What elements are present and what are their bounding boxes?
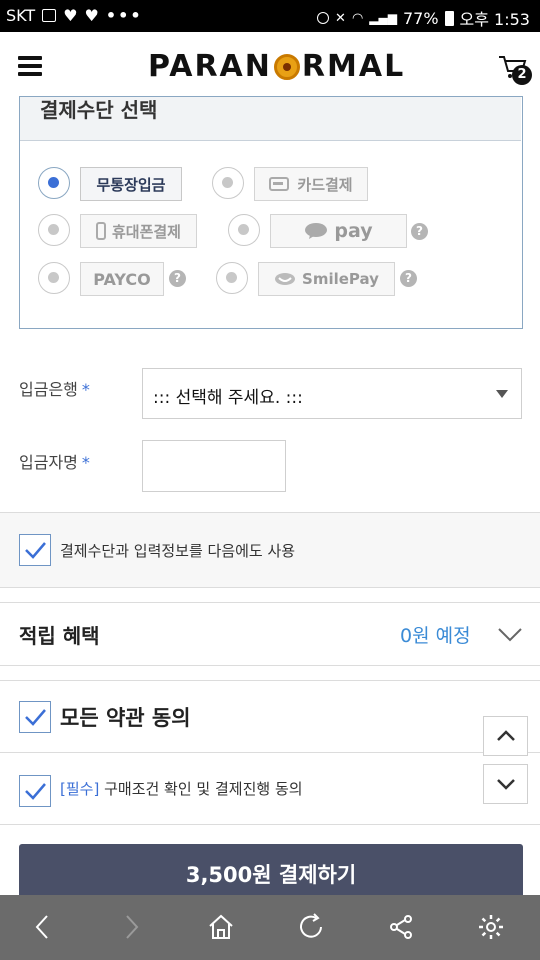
mobile-phone-icon <box>95 222 106 240</box>
payment-smilepay-label: SmilePay <box>302 270 379 288</box>
payment-phone-button[interactable]: 휴대폰결제 <box>80 214 197 248</box>
chevron-up-icon <box>497 730 515 741</box>
depositor-label-text: 입금자명 <box>19 453 78 472</box>
payment-method-title: 결제수단 선택 <box>40 98 158 122</box>
radio-smilepay[interactable] <box>216 262 248 294</box>
share-icon[interactable] <box>386 912 416 942</box>
checkmark-icon <box>25 783 46 800</box>
more-notifications-icon: ••• <box>105 6 143 25</box>
signal-status-icon: ▂▄▆ <box>369 11 397 25</box>
depositor-name-input[interactable] <box>142 440 286 492</box>
clock: 오후 1:53 <box>459 10 530 29</box>
save-info-checkbox[interactable] <box>19 534 51 566</box>
scroll-bottom-button[interactable] <box>483 764 528 804</box>
payment-payco-label: PAYCO <box>93 269 151 289</box>
payment-payco-button[interactable]: PAYCO <box>80 262 164 296</box>
status-bar: SKT ♥ ♥ ••• ✕ ◠ ▂▄▆ 77% 오후 1:53 <box>0 0 540 32</box>
payco-help-icon[interactable]: ? <box>169 270 186 287</box>
site-header: PARAN RMAL 2 <box>0 32 540 98</box>
radio-payco[interactable] <box>38 262 70 294</box>
section-divider <box>0 602 540 603</box>
battery-percent: 77% <box>402 8 439 28</box>
agree-required-label: [필수] 구매조건 확인 및 결제진행 동의 <box>60 778 303 799</box>
logo-text-right: RMAL <box>301 49 406 84</box>
smile-icon <box>275 273 296 285</box>
carrier-label: SKT <box>6 6 36 25</box>
required-mark: * <box>81 453 90 472</box>
dropdown-arrow-icon <box>496 390 508 398</box>
payment-bank-transfer-button[interactable]: 무통장입금 <box>80 167 182 201</box>
back-icon[interactable] <box>28 912 58 942</box>
radio-phone[interactable] <box>38 214 70 246</box>
save-payment-info-row: 결제수단과 입력정보를 다음에도 사용 <box>0 512 540 588</box>
chevron-down-icon[interactable] <box>496 624 524 644</box>
agree-all-checkbox[interactable] <box>19 701 51 733</box>
reward-value: 0원 예정 <box>400 625 471 647</box>
bank-label-text: 입금은행 <box>19 380 78 399</box>
bank-select[interactable]: ::: 선택해 주세요. ::: <box>142 368 522 419</box>
cart-count-badge: 2 <box>512 65 532 85</box>
credit-card-icon <box>269 177 290 191</box>
wifi-status-icon: ◠ <box>351 10 364 26</box>
bank-select-value: ::: 선택해 주세요. ::: <box>153 388 303 408</box>
kakaopay-help-icon[interactable]: ? <box>411 223 428 240</box>
bank-label: 입금은행 * <box>19 376 90 400</box>
site-logo[interactable]: PARAN RMAL <box>148 49 405 84</box>
reward-title: 적립 혜택 <box>19 624 100 648</box>
save-info-label: 결제수단과 입력정보를 다음에도 사용 <box>60 542 296 560</box>
payment-card-label: 카드결제 <box>297 175 353 194</box>
required-tag: [필수] <box>60 780 100 798</box>
chevron-down-icon <box>497 779 515 790</box>
settings-gear-icon[interactable] <box>476 912 506 942</box>
alarm-status-icon <box>317 12 330 24</box>
section-divider <box>0 824 540 825</box>
checkmark-icon <box>25 542 46 559</box>
section-divider <box>0 680 540 681</box>
browser-nav-bar <box>0 895 540 960</box>
logo-emblem-icon <box>273 53 300 80</box>
mute-status-icon: ✕ <box>335 10 346 26</box>
radio-card[interactable] <box>212 167 244 199</box>
radio-bank-transfer[interactable] <box>38 167 70 199</box>
payment-method-header: 결제수단 선택 <box>20 97 521 141</box>
agree-required-checkbox[interactable] <box>19 775 51 807</box>
payment-smilepay-button[interactable]: SmilePay <box>258 262 395 296</box>
scroll-top-button[interactable] <box>483 716 528 756</box>
logo-text-left: PARAN <box>148 49 272 84</box>
smilepay-help-icon[interactable]: ? <box>400 270 417 287</box>
forward-icon[interactable] <box>116 912 146 942</box>
heart-notification-icon-2: ♥ <box>84 5 99 25</box>
speech-bubble-icon <box>305 223 328 239</box>
refresh-icon[interactable] <box>296 912 326 942</box>
gallery-notification-icon <box>42 9 57 22</box>
required-mark: * <box>81 380 90 399</box>
depositor-label: 입금자명 * <box>19 449 90 473</box>
payment-phone-label: 휴대폰결제 <box>111 222 181 241</box>
payment-kakaopay-label: pay <box>334 220 373 242</box>
payment-bank-transfer-label: 무통장입금 <box>96 175 166 194</box>
section-divider <box>0 665 540 666</box>
agree-required-text: 구매조건 확인 및 결제진행 동의 <box>104 780 303 798</box>
radio-kakaopay[interactable] <box>228 214 260 246</box>
cart-button[interactable]: 2 <box>498 54 534 88</box>
payment-card-button[interactable]: 카드결제 <box>254 167 368 201</box>
battery-icon <box>444 10 454 26</box>
menu-icon[interactable] <box>18 56 42 76</box>
home-icon[interactable] <box>206 912 236 942</box>
payment-kakaopay-button[interactable]: pay <box>270 214 407 248</box>
checkmark-icon <box>25 709 46 726</box>
section-divider <box>0 752 540 753</box>
heart-notification-icon: ♥ <box>63 5 78 25</box>
agree-all-label: 모든 약관 동의 <box>60 706 191 730</box>
